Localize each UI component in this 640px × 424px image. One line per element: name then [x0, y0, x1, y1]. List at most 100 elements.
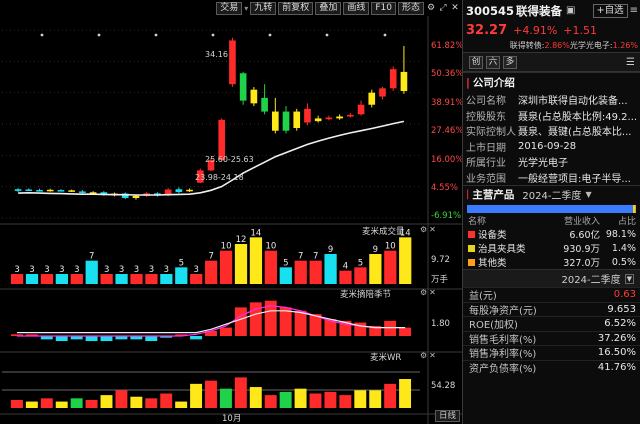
- volume-bar: [324, 254, 337, 284]
- company-section-title: | 公司介绍: [463, 72, 640, 92]
- close-icon[interactable]: ✕: [450, 3, 460, 13]
- revenue-share-bar: [467, 205, 636, 213]
- menu-icon[interactable]: ≡: [630, 5, 638, 16]
- macd-bar: [55, 336, 68, 342]
- chart-area[interactable]: 交易 ▾ 九转 前复权 叠加 画线 F10 形态 ⚙ ⤢ ✕ 333337333…: [0, 0, 464, 424]
- candle-body: [271, 111, 279, 131]
- macd-bar: [399, 327, 412, 336]
- finance-row: 益(元) 0.63: [463, 287, 640, 302]
- wr-bar: [160, 393, 173, 408]
- volume-bar: [399, 237, 412, 284]
- volume-bar-label: 14: [251, 228, 262, 238]
- list-menu-icon[interactable]: ☰: [626, 57, 635, 68]
- expand-icon[interactable]: ⤢: [438, 3, 448, 13]
- volume-bar: [55, 274, 68, 284]
- industry-change: 1.26%: [612, 41, 638, 50]
- settings-icon[interactable]: ⚙: [426, 3, 436, 13]
- company-row-key: 业务范围: [466, 173, 506, 185]
- volume-bar-label: 5: [283, 258, 288, 268]
- related-row[interactable]: 联得转债: 2.86% 光学光电子: 1.26%: [463, 39, 640, 52]
- volume-bar-label: 4: [343, 262, 348, 272]
- trade-caret-icon[interactable]: ▾: [244, 4, 248, 13]
- finance-value: 37.26%: [597, 332, 636, 344]
- macd-bar: [234, 307, 247, 336]
- volume-panel-title: 麦米成交量: [362, 227, 405, 237]
- color-swatch: [468, 258, 475, 266]
- nine-turn-button[interactable]: 九转: [250, 1, 277, 15]
- company-row-value: 2016-09-28: [518, 140, 577, 152]
- marker-dot: [211, 33, 215, 37]
- volume-bar-label: 3: [74, 265, 79, 275]
- company-row-value[interactable]: 聂泉(占总股本比例:49.2...: [518, 108, 637, 123]
- company-row-value[interactable]: 深圳市联得自动化装备...: [518, 92, 628, 107]
- company-row-value[interactable]: 聂泉、聂键(占总股本比...: [518, 123, 631, 138]
- finance-row: 资产负债率(%) 41.76%: [463, 359, 640, 375]
- company-row-value[interactable]: 一般经营项目:电子半导...: [518, 170, 631, 185]
- volume-bar-label: 7: [208, 252, 213, 262]
- add-watchlist-button[interactable]: +自选: [592, 3, 628, 18]
- product-row[interactable]: 其他类 327.0万 0.5%: [463, 255, 640, 269]
- chevron-down-icon[interactable]: ▼: [585, 190, 591, 199]
- price-axis-label: 38.91%: [431, 98, 464, 108]
- info-icon[interactable]: ▣: [566, 5, 575, 16]
- marker-dot: [97, 33, 101, 37]
- bond-label: 联得转债:: [509, 41, 545, 50]
- finance-row: ROE(加权) 6.52%: [463, 316, 640, 331]
- candle-body: [132, 195, 140, 199]
- candle-body: [68, 190, 75, 192]
- volume-bar: [160, 274, 173, 284]
- candle-body: [325, 117, 333, 120]
- volume-bar-label: 3: [194, 265, 199, 275]
- trade-button[interactable]: 交易: [216, 1, 243, 15]
- company-row-value[interactable]: 光学光电子: [518, 154, 568, 169]
- volume-bar: [219, 250, 233, 284]
- products-period-select[interactable]: 2024-二季度: [522, 187, 581, 202]
- finance-row: 销售净利率(%) 16.50%: [463, 345, 640, 360]
- candle-body: [239, 73, 247, 101]
- panel-settings-icon[interactable]: ⚙✕: [420, 288, 438, 297]
- candle-body: [314, 118, 322, 122]
- color-swatch: [468, 244, 475, 252]
- product-row[interactable]: 设备类 6.60亿 98.1%: [463, 227, 640, 241]
- forward-adjust-button[interactable]: 前复权: [278, 1, 314, 15]
- revenue-share-segment: [635, 205, 636, 213]
- finance-period-select[interactable]: 2024-二季度: [562, 271, 621, 286]
- overlay-button[interactable]: 叠加: [315, 1, 342, 15]
- volume-bar-label: 3: [149, 265, 154, 275]
- wr-bar: [369, 390, 382, 408]
- product-row[interactable]: 治具夹具类 930.9万 1.4%: [463, 241, 640, 255]
- frequency-button[interactable]: 日线: [434, 410, 460, 422]
- finance-key: 资产负债率(%): [469, 363, 537, 375]
- company-row-key: 上市日期: [466, 142, 506, 154]
- tab-duo[interactable]: 多: [503, 55, 517, 69]
- tab-liu[interactable]: 六: [486, 55, 500, 69]
- draw-line-button[interactable]: 画线: [343, 1, 370, 15]
- macd-bar: [190, 336, 203, 340]
- product-share: 0.5%: [611, 256, 636, 268]
- volume-bar-label: 7: [313, 252, 318, 262]
- price-axis-label: -6.91%: [431, 211, 462, 221]
- macd-bar: [384, 320, 397, 336]
- pattern-button[interactable]: 形态: [397, 1, 424, 15]
- company-row: 控股股东 聂泉(占总股本比例:49.2...: [463, 108, 640, 124]
- f10-button[interactable]: F10: [371, 1, 396, 15]
- panel-settings-icon[interactable]: ⚙✕: [420, 351, 438, 360]
- tab-chuang[interactable]: 创: [469, 55, 483, 69]
- stock-code: 300545: [466, 3, 515, 18]
- price-axis-label: 50.36%: [431, 69, 464, 79]
- panel-settings-icon[interactable]: ⚙✕: [420, 225, 438, 234]
- high-price-annotation: 34.16: [205, 50, 228, 59]
- company-row-key: 所属行业: [466, 158, 506, 170]
- volume-bar-label: 3: [14, 265, 19, 275]
- volume-bar: [25, 274, 39, 284]
- finance-key: 益(元): [469, 291, 497, 303]
- revenue-share-segment: [467, 205, 633, 213]
- volume-bar: [369, 254, 382, 284]
- chevron-down-icon[interactable]: ▼: [624, 273, 634, 284]
- wr-bar: [309, 393, 322, 408]
- candle-body: [400, 71, 408, 92]
- macd-panel-title: 麦米摘陪季节: [340, 290, 392, 300]
- wr-bar: [234, 377, 247, 408]
- wr-bar: [354, 390, 367, 408]
- company-row-key: 实际控制人: [466, 127, 516, 139]
